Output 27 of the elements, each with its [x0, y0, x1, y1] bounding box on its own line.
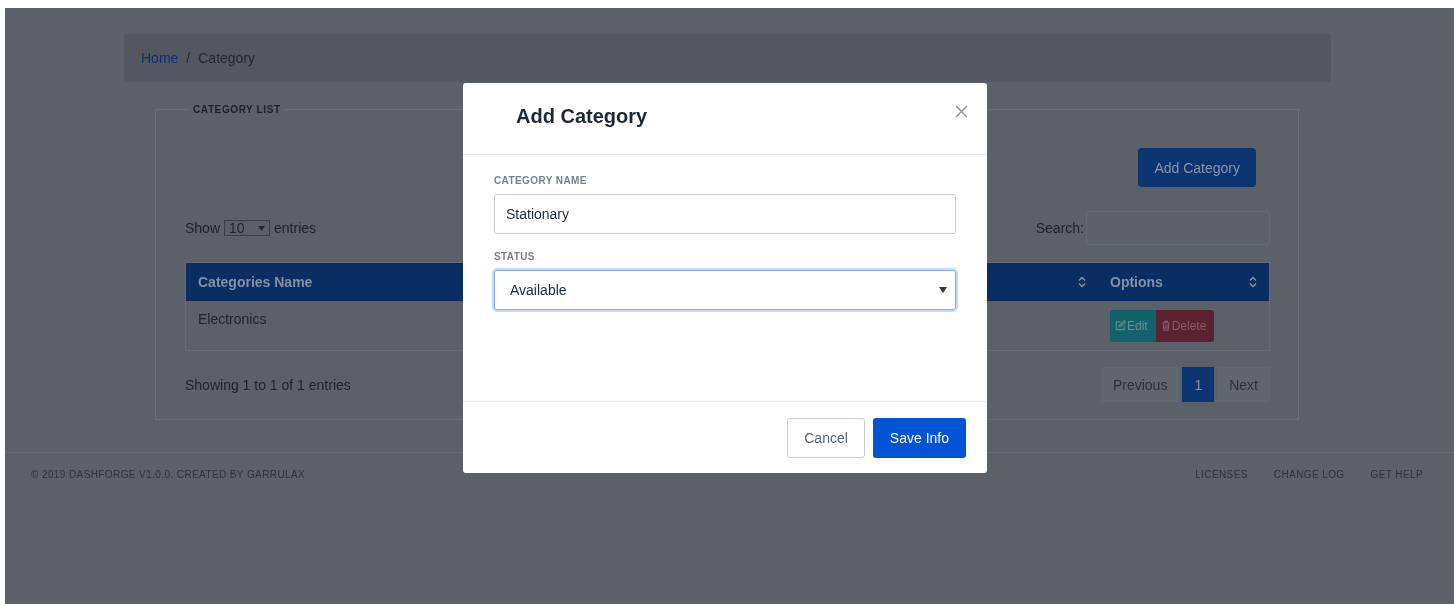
panel-legend: CATEGORY LIST: [189, 104, 285, 115]
field-label: STATUS: [494, 251, 536, 262]
dropdown-caret-icon: [258, 225, 266, 231]
column-header[interactable]: Options: [1098, 262, 1270, 301]
entries-info: Showing 1 to 1 of 1 entries: [185, 376, 351, 393]
sort-icon: [1249, 276, 1257, 288]
add-category-button[interactable]: Add Category: [1138, 148, 1256, 187]
breadcrumb-link[interactable]: Home: [141, 50, 179, 66]
entries-select[interactable]: 10: [224, 220, 271, 236]
search-label: Search:: [1035, 220, 1084, 236]
save-button[interactable]: Save Info: [872, 417, 966, 458]
pagination-button[interactable]: Next: [1217, 367, 1270, 402]
text-field[interactable]: Stationary: [494, 194, 956, 234]
field-label: CATEGORY NAME: [494, 175, 588, 186]
sort-icon: [1078, 276, 1086, 288]
pagination-button[interactable]: 1: [1182, 367, 1215, 402]
pagination-button[interactable]: Previous: [1100, 367, 1180, 402]
dropdown-caret-icon: [939, 287, 947, 293]
edit-button[interactable]: Edit: [1110, 309, 1156, 342]
close-icon[interactable]: [955, 105, 968, 118]
trash-icon: [1160, 320, 1171, 331]
entries-label: entries: [274, 220, 317, 236]
cancel-button[interactable]: Cancel: [787, 417, 865, 458]
show-label: Show: [185, 220, 221, 236]
breadcrumb-separator: /: [186, 50, 191, 66]
dialog-title: Add Category: [516, 105, 648, 128]
select-field[interactable]: Available: [494, 270, 956, 310]
